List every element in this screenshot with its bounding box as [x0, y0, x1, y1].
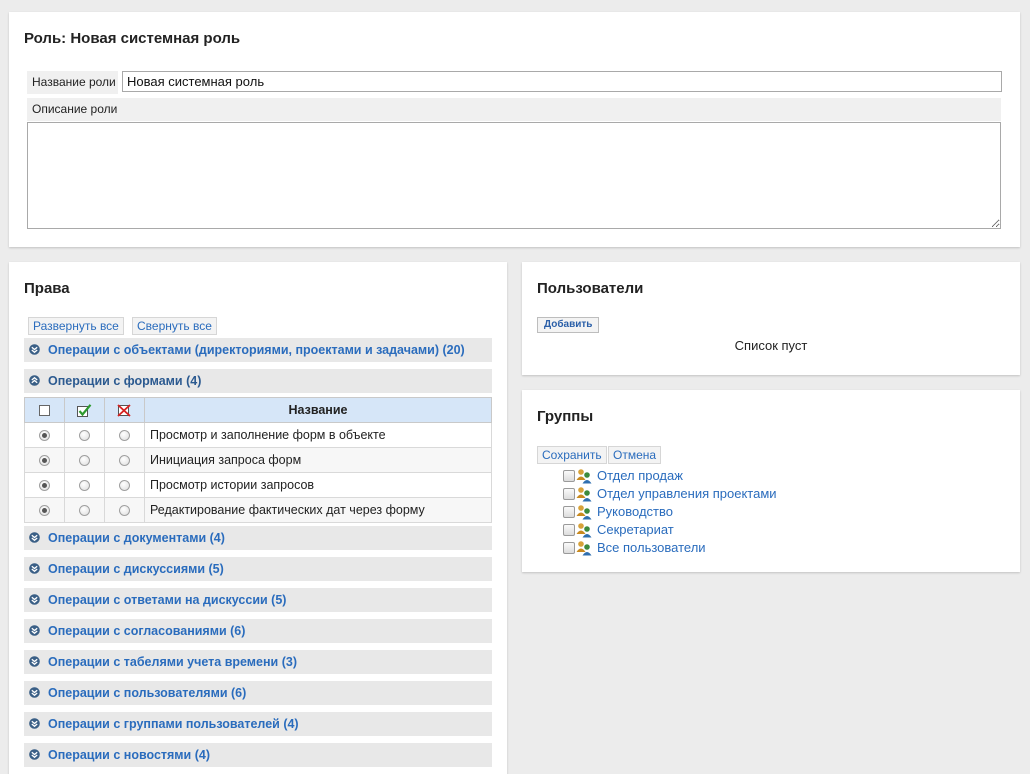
user-group-icon — [576, 523, 592, 538]
rights-group-users[interactable]: Операции с пользователями (6) — [24, 681, 492, 705]
rights-group-discussions[interactable]: Операции с дискуссиями (5) — [24, 557, 492, 581]
allow-radio[interactable] — [79, 430, 90, 442]
user-group-icon — [576, 487, 592, 502]
inherit-radio[interactable] — [39, 430, 50, 442]
double-chevron-down-icon — [29, 749, 40, 760]
rights-group-documents[interactable]: Операции с документами (4) — [24, 526, 492, 550]
role-name-input[interactable] — [122, 71, 1002, 92]
permission-name: Просмотр и заполнение форм в объекте — [144, 422, 492, 448]
red-cross-icon — [117, 404, 131, 417]
allow-radio[interactable] — [79, 480, 90, 492]
role-description-label: Описание роли — [27, 98, 1001, 121]
rights-group-objects[interactable]: Операции с объектами (директориями, прое… — [24, 338, 492, 362]
rights-group-label: Операции с пользователями (6) — [48, 686, 247, 700]
deny-radio[interactable] — [119, 505, 130, 517]
role-name-label: Название роли — [27, 71, 118, 94]
group-checkbox[interactable] — [563, 542, 575, 554]
inherit-radio[interactable] — [39, 505, 50, 517]
permissions-table: Название Просмотр и заполнение форм в об… — [24, 397, 492, 523]
rights-group-label: Операции с табелями учета времени (3) — [48, 655, 297, 669]
rights-panel: Права Развернуть все Свернуть все Операц… — [9, 262, 507, 774]
permission-name: Инициация запроса форм — [144, 447, 492, 473]
allow-radio[interactable] — [79, 505, 90, 517]
add-user-button[interactable]: Добавить — [537, 317, 600, 333]
inherit-radio[interactable] — [39, 480, 50, 492]
rights-group-label: Операции с ответами на дискуссии (5) — [48, 593, 287, 607]
double-chevron-down-icon — [29, 687, 40, 698]
rights-group-label: Операции с объектами (директориями, прое… — [48, 343, 465, 357]
group-checkbox[interactable] — [563, 488, 575, 500]
double-chevron-down-icon — [29, 594, 40, 605]
group-checkbox[interactable] — [563, 524, 575, 536]
rights-group-label: Операции с согласованиями (6) — [48, 624, 246, 638]
users-empty-text: Список пуст — [734, 338, 808, 353]
table-row: Редактирование фактических дат через фор… — [24, 497, 492, 523]
allow-all-column[interactable] — [64, 397, 105, 423]
groups-panel: Группы Сохранить Отмена Отдел продаж Отд… — [522, 390, 1020, 572]
table-row: Просмотр и заполнение форм в объекте — [24, 422, 492, 448]
cancel-button[interactable]: Отмена — [608, 446, 662, 464]
save-button[interactable]: Сохранить — [537, 446, 607, 464]
rights-group-timesheets[interactable]: Операции с табелями учета времени (3) — [24, 650, 492, 674]
double-chevron-up-icon — [29, 375, 40, 386]
allow-radio[interactable] — [79, 455, 90, 467]
rights-group-label: Операции с дискуссиями (5) — [48, 562, 224, 576]
deny-radio[interactable] — [119, 430, 130, 442]
user-group-icon — [576, 505, 592, 520]
green-checkmark-icon — [77, 404, 92, 418]
group-checkbox[interactable] — [563, 506, 575, 518]
group-checkbox[interactable] — [563, 470, 575, 482]
collapse-all-button[interactable]: Свернуть все — [132, 317, 217, 335]
role-panel: Роль: Новая системная роль Название роли… — [9, 12, 1020, 247]
rights-group-forms[interactable]: Операции с формами (4) — [24, 369, 492, 393]
group-link[interactable]: Отдел управления проектами — [597, 486, 777, 501]
double-chevron-down-icon — [29, 344, 40, 355]
role-title: Роль: Новая системная роль — [24, 30, 241, 47]
deny-radio[interactable] — [119, 455, 130, 467]
deny-all-column[interactable] — [104, 397, 145, 423]
inherit-radio[interactable] — [39, 455, 50, 467]
rights-group-approvals[interactable]: Операции с согласованиями (6) — [24, 619, 492, 643]
table-row: Инициация запроса форм — [24, 447, 492, 473]
groups-title: Группы — [537, 408, 594, 425]
user-group-icon — [576, 541, 592, 556]
group-link[interactable]: Все пользователи — [597, 540, 706, 555]
group-link[interactable]: Руководство — [597, 504, 673, 519]
rights-group-label: Операции с формами (4) — [48, 374, 202, 388]
double-chevron-down-icon — [29, 656, 40, 667]
double-chevron-down-icon — [29, 625, 40, 636]
rights-group-label: Операции с группами пользователей (4) — [48, 717, 299, 731]
rights-group-label: Операции с документами (4) — [48, 531, 225, 545]
rights-group-label: Операции с новостями (4) — [48, 748, 210, 762]
rights-group-user-groups[interactable]: Операции с группами пользователей (4) — [24, 712, 492, 736]
expand-all-button[interactable]: Развернуть все — [28, 317, 124, 335]
select-all-column — [24, 397, 65, 423]
double-chevron-down-icon — [29, 563, 40, 574]
group-link[interactable]: Секретариат — [597, 522, 674, 537]
users-panel: Пользователи Добавить Список пуст — [522, 262, 1020, 375]
group-link[interactable]: Отдел продаж — [597, 468, 683, 483]
rights-group-news[interactable]: Операции с новостями (4) — [24, 743, 492, 767]
select-all-checkbox[interactable] — [39, 405, 50, 417]
permission-name: Просмотр истории запросов — [144, 472, 492, 498]
name-column-header: Название — [144, 397, 492, 423]
deny-radio[interactable] — [119, 480, 130, 492]
rights-title: Права — [24, 280, 70, 297]
permission-name: Редактирование фактических дат через фор… — [144, 497, 492, 523]
user-group-icon — [576, 469, 592, 484]
double-chevron-down-icon — [29, 718, 40, 729]
role-description-textarea[interactable] — [27, 122, 1001, 229]
rights-group-discussion-replies[interactable]: Операции с ответами на дискуссии (5) — [24, 588, 492, 612]
users-title: Пользователи — [537, 280, 644, 297]
permissions-table-header: Название — [24, 397, 492, 423]
double-chevron-down-icon — [29, 532, 40, 543]
table-row: Просмотр истории запросов — [24, 472, 492, 498]
